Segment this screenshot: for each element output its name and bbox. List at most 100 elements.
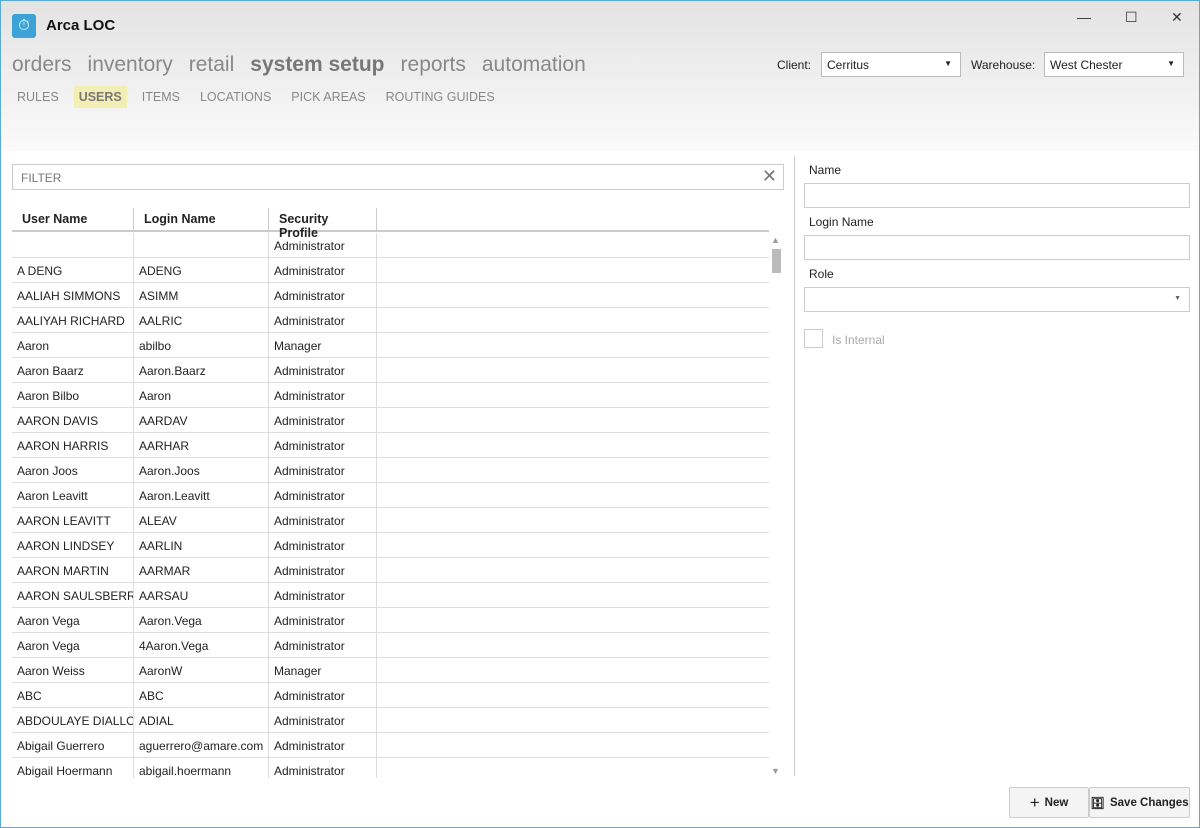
- table-row[interactable]: Aaron Weiss AaronW Manager: [12, 658, 769, 683]
- name-input[interactable]: [804, 183, 1190, 208]
- login-name-cell: ABC: [134, 683, 269, 707]
- column-user-name[interactable]: User Name: [12, 208, 134, 230]
- table-row[interactable]: Aaron Bilbo Aaron Administrator: [12, 383, 769, 408]
- login-name-cell: aguerrero@amare.com: [134, 733, 269, 757]
- minimize-icon[interactable]: —: [1077, 9, 1091, 25]
- table-row[interactable]: Aaron Baarz Aaron.Baarz Administrator: [12, 358, 769, 383]
- new-button[interactable]: + New: [1009, 787, 1089, 818]
- scroll-down-icon[interactable]: ▼: [771, 766, 780, 776]
- table-row[interactable]: Aaron abilbo Manager: [12, 333, 769, 358]
- user-name-cell: Aaron Baarz: [12, 358, 134, 382]
- security-profile-cell: Administrator: [269, 308, 377, 332]
- nav-automation[interactable]: automation: [482, 53, 586, 77]
- security-profile-cell: Administrator: [269, 608, 377, 632]
- login-name-cell: AARSAU: [134, 583, 269, 607]
- client-label: Client:: [777, 58, 812, 72]
- column-security-profile[interactable]: Security Profile: [269, 208, 377, 240]
- main-nav: orders inventory retail system setup reports…: [12, 53, 586, 77]
- table-row[interactable]: AARON LINDSEY AARLIN Administrator: [12, 533, 769, 558]
- user-name-cell: AARON MARTIN: [12, 558, 134, 582]
- nav-orders[interactable]: orders: [12, 53, 72, 77]
- user-name-cell: ABDOULAYE DIALLO: [12, 708, 134, 732]
- scroll-thumb[interactable]: [772, 249, 781, 273]
- nav-retail[interactable]: retail: [189, 53, 235, 77]
- table-row[interactable]: ABC ABC Administrator: [12, 683, 769, 708]
- nav-reports[interactable]: reports: [401, 53, 466, 77]
- user-name-cell: AARON HARRIS: [12, 433, 134, 457]
- table-row[interactable]: Aaron Joos Aaron.Joos Administrator: [12, 458, 769, 483]
- table-row[interactable]: Aaron Vega 4Aaron.Vega Administrator: [12, 633, 769, 658]
- nav-system-setup[interactable]: system setup: [250, 53, 384, 77]
- close-icon[interactable]: ✕: [1171, 9, 1183, 26]
- panel-divider: [794, 156, 795, 776]
- tab-routing-guides[interactable]: ROUTING GUIDES: [381, 86, 500, 108]
- user-name-cell: [12, 233, 134, 257]
- security-profile-cell: Administrator: [269, 733, 377, 757]
- security-profile-cell: Administrator: [269, 533, 377, 557]
- security-profile-cell: Administrator: [269, 683, 377, 707]
- table-row[interactable]: Aaron Leavitt Aaron.Leavitt Administrator: [12, 483, 769, 508]
- table-row[interactable]: Abigail Guerrero aguerrero@amare.com Admin…: [12, 733, 769, 758]
- table-row[interactable]: ABDOULAYE DIALLO ADIAL Administrator: [12, 708, 769, 733]
- login-name-cell: AARMAR: [134, 558, 269, 582]
- login-name-cell: Aaron.Leavitt: [134, 483, 269, 507]
- security-profile-cell: Manager: [269, 658, 377, 682]
- user-name-cell: AARON SAULSBERRY: [12, 583, 134, 607]
- tab-pick-areas[interactable]: PICK AREAS: [286, 86, 370, 108]
- role-select[interactable]: ▼: [804, 287, 1190, 312]
- table-row[interactable]: Abigail Hoermann abigail.hoermann Administ…: [12, 758, 769, 778]
- nav-inventory[interactable]: inventory: [88, 53, 173, 77]
- is-internal-label: Is Internal: [832, 333, 885, 347]
- table-header: User Name Login Name Security Profile: [12, 208, 769, 240]
- table-row[interactable]: Administrator: [12, 233, 769, 258]
- table-row[interactable]: AARON MARTIN AARMAR Administrator: [12, 558, 769, 583]
- security-profile-cell: Administrator: [269, 708, 377, 732]
- new-label: New: [1044, 796, 1069, 809]
- table-row[interactable]: AARON HARRIS AARHAR Administrator: [12, 433, 769, 458]
- user-name-cell: Aaron Joos: [12, 458, 134, 482]
- user-name-cell: A DENG: [12, 258, 134, 282]
- login-name-cell: Aaron: [134, 383, 269, 407]
- plus-icon: +: [1029, 792, 1040, 812]
- tab-users[interactable]: USERS: [73, 86, 127, 108]
- security-profile-cell: Administrator: [269, 408, 377, 432]
- table-row[interactable]: AARON SAULSBERRY AARSAU Administrator: [12, 583, 769, 608]
- table-row[interactable]: AALIAH SIMMONS ASIMM Administrator: [12, 283, 769, 308]
- security-profile-cell: Administrator: [269, 508, 377, 532]
- table-row[interactable]: AARON DAVIS AARDAV Administrator: [12, 408, 769, 433]
- user-name-cell: Aaron Vega: [12, 608, 134, 632]
- login-name-cell: ADIAL: [134, 708, 269, 732]
- user-name-cell: Aaron: [12, 333, 134, 357]
- table-row[interactable]: AALIYAH RICHARD AALRIC Administrator: [12, 308, 769, 333]
- client-select[interactable]: Cerritus: [821, 52, 961, 77]
- scrollbar[interactable]: ▲ ▼: [769, 233, 784, 778]
- warehouse-select[interactable]: West Chester: [1044, 52, 1184, 77]
- login-name-cell: AARDAV: [134, 408, 269, 432]
- user-name-cell: AARON LEAVITT: [12, 508, 134, 532]
- tab-locations[interactable]: LOCATIONS: [195, 86, 276, 108]
- table-row[interactable]: AARON LEAVITT ALEAV Administrator: [12, 508, 769, 533]
- is-internal-checkbox[interactable]: [804, 329, 823, 348]
- tab-items[interactable]: ITEMS: [137, 86, 185, 108]
- login-name-cell: AALRIC: [134, 308, 269, 332]
- table-row[interactable]: Aaron Vega Aaron.Vega Administrator: [12, 608, 769, 633]
- login-name-cell: ADENG: [134, 258, 269, 282]
- security-profile-cell: Administrator: [269, 283, 377, 307]
- scroll-up-icon[interactable]: ▲: [771, 235, 780, 245]
- save-changes-button[interactable]: 🗄 Save Changes: [1089, 787, 1190, 818]
- filter-input[interactable]: FILTER ✕: [12, 164, 784, 190]
- login-name-input[interactable]: [804, 235, 1190, 260]
- column-login-name[interactable]: Login Name: [134, 208, 269, 230]
- security-profile-cell: Administrator: [269, 258, 377, 282]
- login-name-cell: Aaron.Baarz: [134, 358, 269, 382]
- table-row[interactable]: A DENG ADENG Administrator: [12, 258, 769, 283]
- user-name-cell: AARON DAVIS: [12, 408, 134, 432]
- security-profile-cell: Administrator: [269, 483, 377, 507]
- clear-filter-icon[interactable]: ✕: [762, 166, 777, 187]
- sub-nav: RULES USERS ITEMS LOCATIONS PICK AREAS ROUTIN…: [12, 86, 510, 108]
- login-name-cell: abilbo: [134, 333, 269, 357]
- security-profile-cell: Administrator: [269, 558, 377, 582]
- tab-rules[interactable]: RULES: [12, 86, 64, 108]
- login-name-cell: AARHAR: [134, 433, 269, 457]
- maximize-icon[interactable]: ☐: [1125, 9, 1138, 26]
